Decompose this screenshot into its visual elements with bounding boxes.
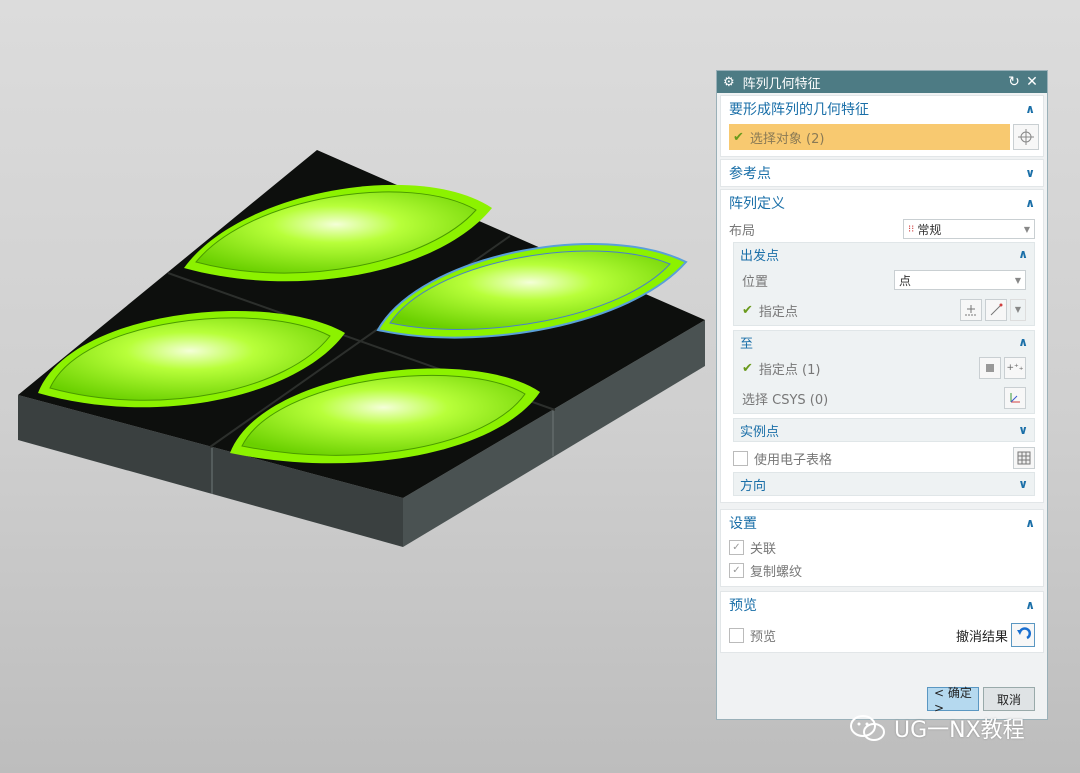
position-label: 位置 (742, 274, 769, 290)
group-reference-title: 参考点 (729, 166, 771, 182)
subgroup-to: 至 ∧ ✔ 指定点 (1) +⁺₊ 选择 CSYS (0) (733, 330, 1035, 414)
spreadsheet-icon[interactable] (1013, 447, 1035, 469)
chevron-up-icon[interactable]: ∧ (1018, 247, 1028, 261)
dropdown-arrow-icon: ▼ (1014, 275, 1021, 285)
add-points-icon[interactable]: +⁺₊ (1004, 357, 1026, 379)
clear-points-icon[interactable] (979, 357, 1001, 379)
close-icon[interactable]: ✕ (1023, 74, 1041, 90)
chevron-up-icon[interactable]: ∧ (1025, 196, 1035, 210)
wechat-icon (850, 715, 885, 741)
checkmark-icon: ✔ (742, 360, 753, 376)
group-array-header[interactable]: 阵列定义 ∧ (721, 190, 1043, 216)
layout-label: 布局 (729, 223, 756, 239)
dialog-titlebar: ⚙ 阵列几何特征 ↻ ✕ (717, 71, 1047, 93)
select-csys-label: 选择 CSYS (0) (742, 392, 829, 408)
copy-threads-checkbox[interactable]: ✓ (729, 562, 744, 578)
from-header[interactable]: 出发点 ∧ (734, 243, 1034, 265)
subgroup-direction: 方向 ∨ (733, 472, 1035, 496)
group-preview-header[interactable]: 预览 ∧ (721, 592, 1043, 618)
associative-label: 关联 (750, 541, 777, 557)
position-select[interactable]: 点 ▼ (894, 270, 1026, 290)
group-preview-title: 预览 (729, 598, 757, 614)
to-title: 至 (740, 336, 754, 352)
direction-title: 方向 (740, 478, 767, 494)
cancel-button[interactable]: 取消 (983, 687, 1035, 711)
group-reference-header[interactable]: 参考点 ∨ (721, 160, 1043, 186)
use-spreadsheet-checkbox[interactable] (733, 450, 748, 466)
group-settings-header[interactable]: 设置 ∧ (721, 510, 1043, 536)
group-geometry-header[interactable]: 要形成阵列的几何特征 ∧ (721, 96, 1043, 122)
chevron-down-icon[interactable]: ∨ (1018, 423, 1028, 437)
ok-button[interactable]: < 确定 > (927, 686, 979, 715)
watermark-text: UG一NX教程 (894, 718, 1025, 743)
group-geometry-to-pattern: 要形成阵列的几何特征 ∧ ✔ 选择对象 (2) (720, 95, 1044, 157)
undo-result-icon[interactable] (1011, 623, 1035, 647)
select-object-label: 选择对象 (2) (749, 131, 825, 147)
group-settings: 设置 ∧ ✓ 关联 ✓ 复制螺纹 (720, 509, 1044, 587)
pattern-geometry-dialog: ⚙ 阵列几何特征 ↻ ✕ 要形成阵列的几何特征 ∧ ✔ 选择对象 (2) 参考点… (716, 70, 1048, 720)
instance-points-header[interactable]: 实例点 ∨ (734, 419, 1034, 441)
dialog-title: 阵列几何特征 (742, 76, 821, 92)
use-spreadsheet-label: 使用电子表格 (754, 452, 833, 468)
copy-threads-label: 复制螺纹 (750, 564, 803, 580)
chevron-down-icon[interactable]: ∨ (1018, 477, 1028, 491)
group-preview: 预览 ∧ 预览 撤消结果 (720, 591, 1044, 653)
chevron-up-icon[interactable]: ∧ (1025, 102, 1035, 116)
position-value: 点 (899, 273, 912, 288)
layout-general-icon: ⁝⁝ (908, 223, 915, 235)
group-reference-point: 参考点 ∨ (720, 159, 1044, 187)
checkmark-icon: ✔ (742, 302, 753, 318)
from-title: 出发点 (740, 248, 780, 264)
point-dialog-icon[interactable] (960, 299, 982, 321)
instance-points-title: 实例点 (740, 424, 780, 440)
chevron-up-icon[interactable]: ∧ (1025, 516, 1035, 530)
group-settings-title: 设置 (729, 516, 757, 532)
dialog-buttons: < 确定 > 取消 (927, 686, 1035, 715)
subgroup-instance-points: 实例点 ∨ (733, 418, 1035, 442)
point-options-dropdown-icon[interactable]: ▼ (1010, 299, 1026, 321)
chevron-up-icon[interactable]: ∧ (1018, 335, 1028, 349)
associative-checkbox[interactable]: ✓ (729, 539, 744, 555)
group-array-title: 阵列定义 (729, 196, 785, 212)
group-geometry-title: 要形成阵列的几何特征 (729, 102, 869, 118)
reset-icon[interactable]: ↻ (1005, 74, 1023, 90)
dropdown-arrow-icon: ▼ (1023, 224, 1030, 234)
chevron-down-icon[interactable]: ∨ (1025, 166, 1035, 180)
select-object-field[interactable]: ✔ 选择对象 (2) (729, 124, 1010, 150)
undo-result-label: 撤消结果 (955, 629, 1008, 645)
layout-select[interactable]: ⁝⁝ 常规 ▼ (903, 219, 1035, 239)
subgroup-from-point: 出发点 ∧ 位置 点 ▼ ✔ 指定点 ▼ (733, 242, 1035, 326)
from-specify-point-label: 指定点 (758, 304, 798, 320)
direction-header[interactable]: 方向 ∨ (734, 473, 1034, 495)
layout-value: 常规 (917, 222, 942, 237)
to-header[interactable]: 至 ∧ (734, 331, 1034, 353)
gear-icon: ⚙ (723, 74, 735, 90)
chevron-up-icon[interactable]: ∧ (1025, 598, 1035, 612)
checkmark-icon: ✔ (733, 129, 744, 145)
crosshair-select-icon[interactable] (1013, 124, 1039, 150)
preview-label: 预览 (750, 629, 777, 645)
preview-checkbox[interactable] (729, 627, 744, 643)
csys-icon[interactable] (1004, 387, 1026, 409)
to-specify-point-label: 指定点 (1) (758, 362, 821, 378)
watermark: UG一NX教程 (848, 712, 1025, 744)
group-array-definition: 阵列定义 ∧ 布局 ⁝⁝ 常规 ▼ 出发点 ∧ 位置 点 ▼ ✔ 指定点 ▼ 至… (720, 189, 1044, 503)
inferred-point-icon[interactable] (985, 299, 1007, 321)
